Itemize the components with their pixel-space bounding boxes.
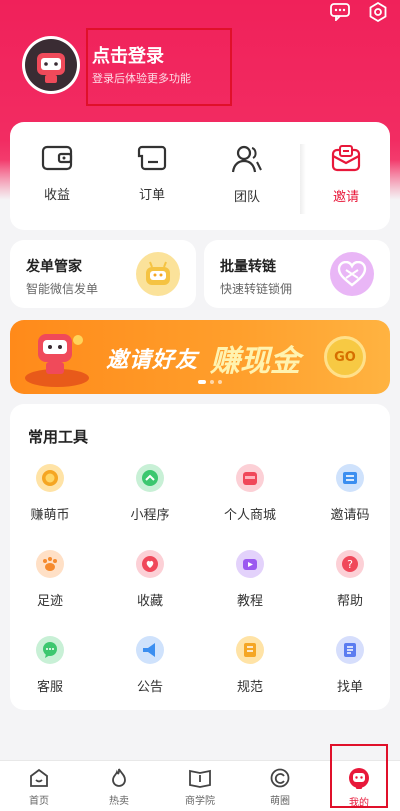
tool-help[interactable]: ? 帮助 — [310, 550, 390, 609]
tool-footprint[interactable]: 足迹 — [10, 550, 90, 609]
quick-action-label: 订单 — [138, 188, 165, 203]
mascot-icon — [25, 334, 89, 387]
feature-card-auto-send[interactable]: 发单管家 智能微信发单 — [10, 240, 196, 308]
robot-icon — [136, 252, 180, 296]
feature-title: 发单管家 — [26, 259, 82, 275]
tool-label: 赚萌币 — [30, 508, 70, 523]
link-icon — [330, 252, 374, 296]
tool-label: 收藏 — [136, 594, 163, 609]
footprint-icon — [36, 550, 64, 578]
tool-earn-coins[interactable]: 赚萌币 — [10, 464, 90, 523]
quick-action-label: 收益 — [43, 188, 70, 203]
banner-text-cash: 赚现金 — [210, 344, 300, 379]
tool-mini-program[interactable]: 小程序 — [110, 464, 190, 523]
tool-find-order[interactable]: 找单 — [310, 636, 390, 695]
invite-icon — [331, 145, 361, 172]
quick-action-invite[interactable]: 邀请 — [316, 144, 376, 205]
feature-title: 批量转链 — [220, 259, 276, 275]
service-icon — [36, 636, 64, 664]
tool-label: 公告 — [136, 680, 163, 695]
rules-icon — [236, 636, 264, 664]
svg-text:?: ? — [347, 558, 353, 571]
header-actions — [328, 0, 390, 24]
message-icon[interactable] — [328, 0, 352, 24]
quick-actions-card: 收益 订单 团队 邀请 — [10, 122, 390, 230]
tab-home[interactable]: 首页 — [9, 767, 69, 807]
find-order-icon — [336, 636, 364, 664]
tab-label: 萌圈 — [270, 796, 290, 807]
tab-label: 首页 — [29, 796, 49, 807]
banner-text-invite: 邀请好友 — [106, 348, 199, 373]
tool-rules[interactable]: 规范 — [210, 636, 290, 695]
quick-action-label: 团队 — [233, 190, 260, 205]
quick-action-earnings[interactable]: 收益 — [27, 144, 87, 203]
team-icon — [231, 145, 262, 173]
carousel-indicator — [198, 380, 222, 384]
tools-card: 常用工具 赚萌币 小程序 个人商城 邀请码 足迹 收藏 教程 ? 帮助 客服 公… — [10, 404, 390, 710]
tool-label: 足迹 — [36, 594, 63, 609]
tutorial-icon — [236, 550, 264, 578]
tool-label: 邀请码 — [330, 508, 370, 523]
settings-icon[interactable] — [366, 0, 390, 24]
tool-personal-shop[interactable]: 个人商城 — [210, 464, 290, 523]
mini-program-icon — [136, 464, 164, 492]
tool-label: 找单 — [336, 680, 363, 695]
tab-label: 热卖 — [109, 796, 129, 807]
tool-label: 教程 — [236, 594, 263, 609]
tool-announcement[interactable]: 公告 — [110, 636, 190, 695]
order-icon — [137, 145, 167, 171]
divider — [300, 144, 306, 214]
active-tab-highlight-box — [330, 744, 388, 808]
tool-label: 规范 — [236, 680, 263, 695]
fire-icon — [112, 768, 126, 787]
quick-action-team[interactable]: 团队 — [217, 144, 277, 205]
go-button[interactable]: GO — [324, 336, 366, 378]
tab-academy[interactable]: 商学院 — [170, 767, 230, 807]
login-subtitle: 登录后体验更多功能 — [92, 72, 191, 85]
invite-code-icon — [336, 464, 364, 492]
tab-label: 商学院 — [185, 796, 215, 807]
favorite-icon — [136, 550, 164, 578]
announcement-icon — [136, 636, 164, 664]
quick-action-orders[interactable]: 订单 — [122, 144, 182, 203]
tab-hot[interactable]: 热卖 — [89, 767, 149, 807]
tab-circle[interactable]: 萌圈 — [250, 767, 310, 807]
tool-tutorial[interactable]: 教程 — [210, 550, 290, 609]
tool-label: 个人商城 — [223, 508, 276, 523]
circle-icon — [270, 768, 290, 788]
invite-banner[interactable]: 邀请好友 赚现金 GO — [10, 320, 390, 394]
book-icon — [189, 769, 211, 788]
login-title[interactable]: 点击登录 — [92, 42, 164, 68]
feature-subtitle: 快速转链锁佣 — [220, 282, 293, 296]
coin-icon — [36, 464, 64, 492]
shop-icon — [236, 464, 264, 492]
quick-action-label: 邀请 — [332, 190, 359, 205]
tool-label: 客服 — [36, 680, 63, 695]
help-icon: ? — [336, 550, 364, 578]
tool-invite-code[interactable]: 邀请码 — [310, 464, 390, 523]
feature-subtitle: 智能微信发单 — [26, 282, 99, 296]
tool-label: 帮助 — [336, 594, 363, 609]
home-icon — [30, 768, 48, 787]
tool-customer-service[interactable]: 客服 — [10, 636, 90, 695]
tools-title: 常用工具 — [28, 428, 89, 446]
wallet-icon — [41, 145, 73, 171]
avatar[interactable] — [22, 36, 80, 94]
tool-label: 小程序 — [130, 508, 170, 523]
feature-card-batch-link[interactable]: 批量转链 快速转链锁佣 — [204, 240, 390, 308]
tool-favorites[interactable]: 收藏 — [110, 550, 190, 609]
